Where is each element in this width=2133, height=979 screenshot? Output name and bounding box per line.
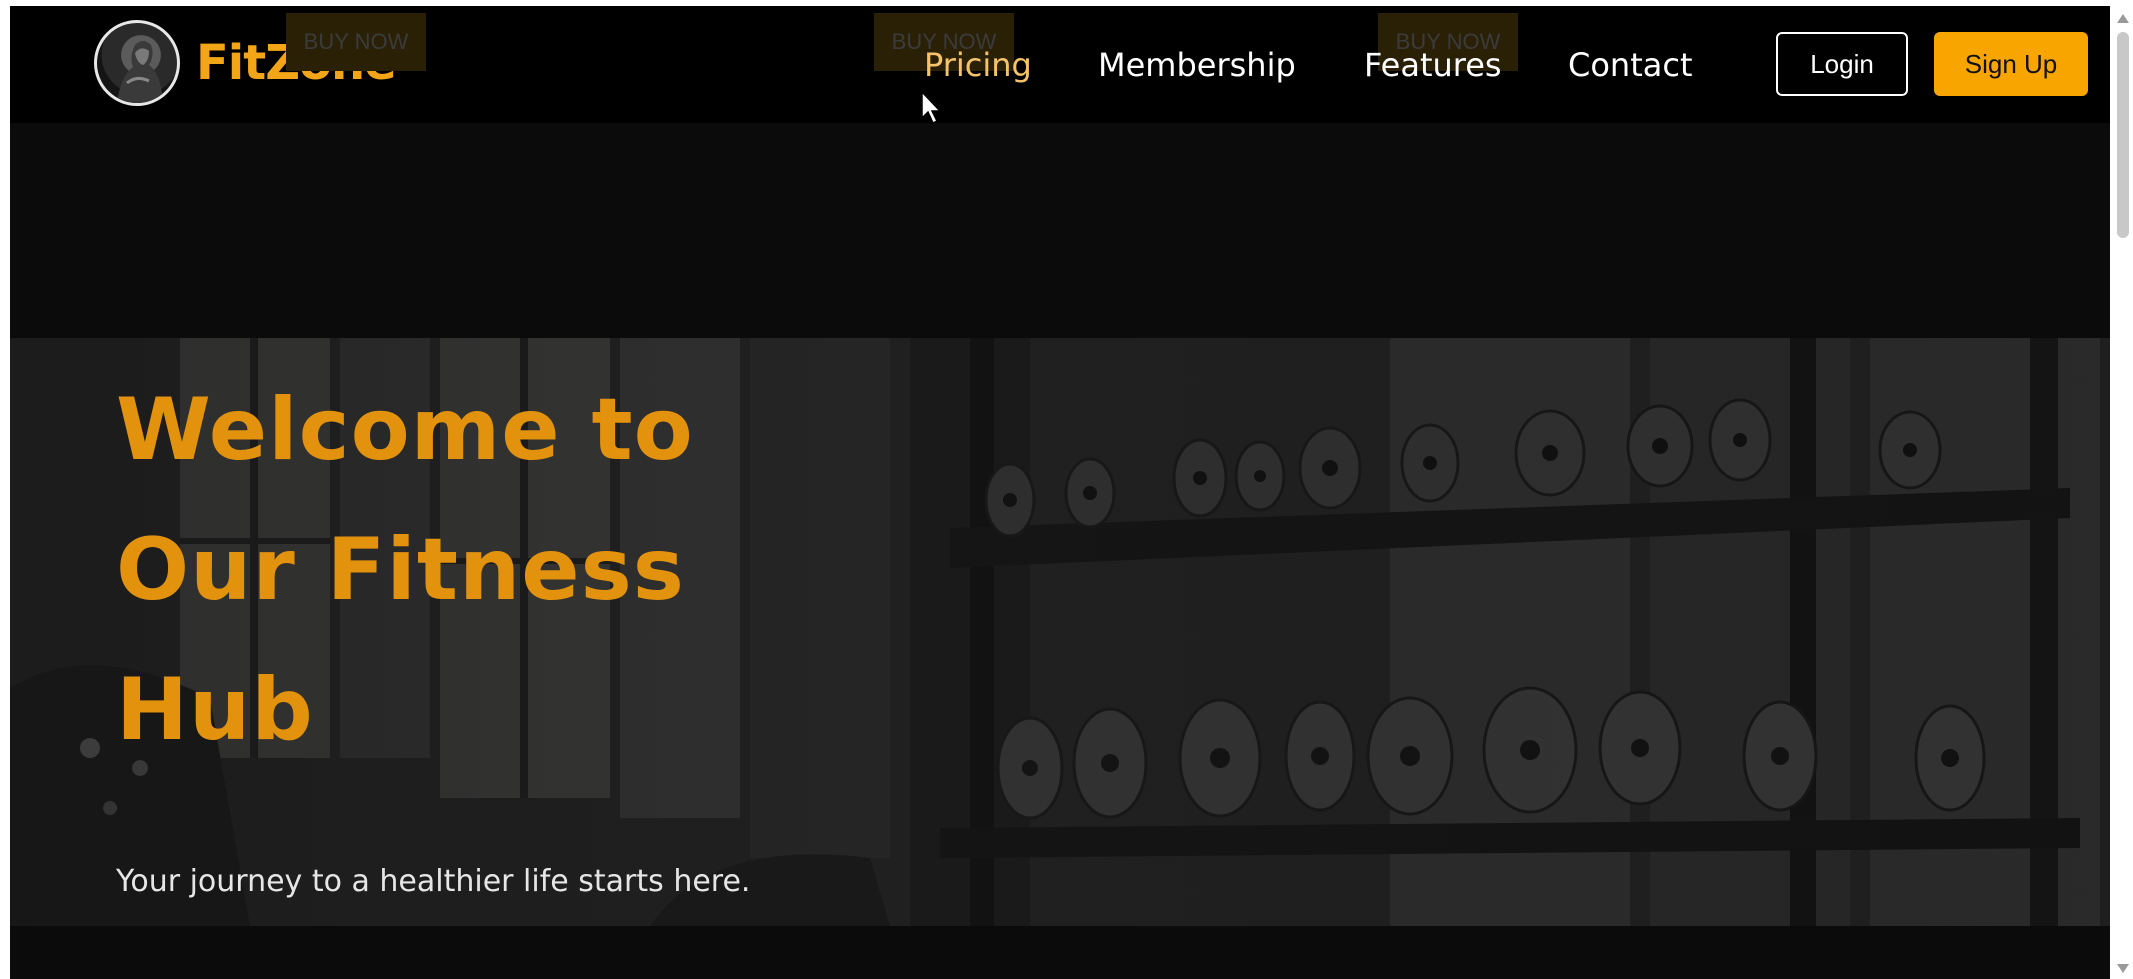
top-navbar: FitZone BUY NOW BUY NOW BUY NOW Pricing …	[10, 6, 2110, 123]
page-viewport: FitZone BUY NOW BUY NOW BUY NOW Pricing …	[10, 6, 2110, 979]
ghost-buy-now-button[interactable]: BUY NOW	[286, 13, 426, 71]
scroll-up-arrow-icon[interactable]	[2117, 14, 2129, 23]
nav-item-features[interactable]: Features	[1364, 46, 1502, 84]
scrollbar-thumb[interactable]	[2117, 32, 2129, 238]
athlete-avatar-icon	[94, 20, 180, 106]
nav-item-membership[interactable]: Membership	[1098, 46, 1296, 84]
nav-item-contact[interactable]: Contact	[1568, 46, 1693, 84]
hero-banner: Welcome to Our Fitness Hub Your journey …	[10, 338, 2110, 926]
mouse-pointer-icon	[921, 90, 942, 125]
hero-title-line: Welcome to	[116, 380, 694, 480]
vertical-scrollbar[interactable]	[2113, 6, 2133, 979]
hero-title: Welcome to Our Fitness Hub	[116, 360, 816, 780]
hero-title-line: Hub	[116, 660, 314, 760]
hero-title-line: Our Fitness	[116, 520, 685, 620]
nav-item-pricing[interactable]: Pricing	[924, 46, 1032, 84]
sign-up-button[interactable]: Sign Up	[1934, 32, 2088, 96]
hero-subtitle: Your journey to a healthier life starts …	[116, 864, 751, 899]
scroll-down-arrow-icon[interactable]	[2117, 964, 2129, 973]
login-button[interactable]: Login	[1776, 32, 1908, 96]
